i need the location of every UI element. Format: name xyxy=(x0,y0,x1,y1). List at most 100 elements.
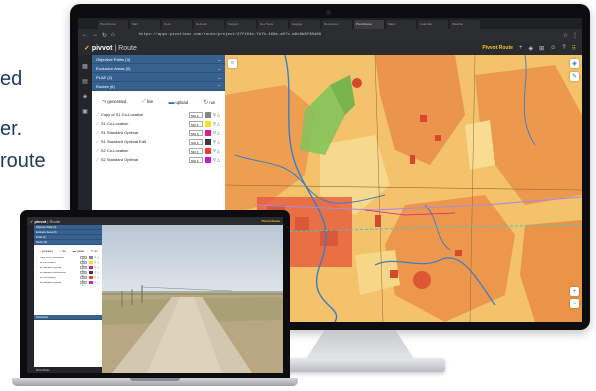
location-pin-icon[interactable]: ⚲ xyxy=(213,112,216,117)
reload-icon[interactable]: ↻ xyxy=(102,32,107,39)
document-icon[interactable]: ▣ xyxy=(82,108,88,115)
browser-tab[interactable]: Resources xyxy=(322,20,352,29)
back-icon[interactable]: ← xyxy=(82,32,88,38)
apps-icon[interactable]: ⠿ xyxy=(572,45,576,52)
extensions-icon[interactable]: ⋮ xyxy=(572,32,578,39)
route-width-input[interactable]: 500 ft xyxy=(80,280,88,287)
url-field[interactable]: https://apps.pivotlanc.com/route/project… xyxy=(139,33,321,37)
draw-icon[interactable]: ✎ xyxy=(570,72,579,81)
triangle-warning-icon[interactable]: △ xyxy=(217,112,220,117)
section-plae[interactable]: PLAE (2) ⌄ xyxy=(92,73,225,82)
location-pin-icon[interactable]: ⚲ xyxy=(95,256,97,259)
upload-button[interactable]: ▬upload xyxy=(168,100,188,106)
grid-icon[interactable]: ⊞ xyxy=(539,45,544,52)
route-width-input[interactable]: 500 ft xyxy=(188,138,203,145)
home-icon[interactable]: ⌂ xyxy=(111,32,115,38)
browser-tab[interactable]: Weather xyxy=(450,20,480,29)
generated-button[interactable]: ⤳generated xyxy=(38,249,52,253)
triangle-warning-icon[interactable]: △ xyxy=(97,261,99,264)
upload-button[interactable]: ▬upload xyxy=(73,249,84,253)
triangle-warning-icon[interactable]: △ xyxy=(217,121,220,126)
triangle-warning-icon[interactable]: △ xyxy=(217,130,220,135)
route-color-swatch[interactable] xyxy=(89,255,93,260)
route-color-swatch[interactable] xyxy=(204,120,211,127)
route-row[interactable]: ⟋ Copy of S1 Co-Location 500 ft ⚲ △ xyxy=(92,110,225,119)
line-button[interactable]: ⟋line xyxy=(59,249,66,253)
section-downloads[interactable]: Downloads xyxy=(34,315,102,320)
route-color-swatch[interactable] xyxy=(204,111,211,118)
route-width-input[interactable]: 500 ft xyxy=(188,156,203,163)
plus-icon[interactable]: + xyxy=(519,45,523,51)
location-pin-icon[interactable]: ⚲ xyxy=(95,266,97,269)
layers-icon[interactable]: ◈ xyxy=(528,45,533,52)
section-exclusion-areas[interactable]: Exclusion Areas (0) ⌄ xyxy=(92,64,225,73)
run-button[interactable]: ↻run xyxy=(203,99,215,106)
route-width-input[interactable]: 500 ft xyxy=(188,147,203,154)
route-width-input[interactable]: 500 ft xyxy=(188,129,203,136)
route-color-swatch[interactable] xyxy=(89,270,93,275)
browser-tab[interactable]: Docs xyxy=(162,20,192,29)
route-color-swatch[interactable] xyxy=(89,275,93,280)
route-color-swatch[interactable] xyxy=(204,138,211,145)
route-row[interactable]: ⟋ S2 Co-Location 500 ft ⚲ △ xyxy=(92,146,225,155)
browser-tab-active[interactable]: Pivot Route xyxy=(354,20,384,29)
location-pin-icon[interactable]: ⚲ xyxy=(95,271,97,274)
zoom-out-icon[interactable]: − xyxy=(570,299,579,308)
triangle-warning-icon[interactable]: △ xyxy=(97,271,99,274)
location-pin-icon[interactable]: ⚲ xyxy=(213,148,216,153)
section-routes[interactable]: Routes (6) ⌃ xyxy=(92,82,225,91)
route-width-input[interactable]: 500 ft xyxy=(80,265,88,272)
route-color-swatch[interactable] xyxy=(204,129,211,136)
browser-tab[interactable]: Network xyxy=(194,20,224,29)
section-objective-paths[interactable]: Objective Paths (3) ⌄ xyxy=(92,55,225,64)
street-view[interactable] xyxy=(102,225,283,373)
location-pin-icon[interactable]: ⚲ xyxy=(95,261,97,264)
location-pin-icon[interactable]: ⚲ xyxy=(213,121,216,126)
browser-tab[interactable]: Maps xyxy=(386,20,416,29)
help-icon[interactable]: ? xyxy=(562,45,565,51)
route-color-swatch[interactable] xyxy=(89,280,93,285)
star-icon[interactable]: ☆ xyxy=(563,32,568,39)
user-icon[interactable]: ☺ xyxy=(550,45,556,51)
location-pin-icon[interactable]: ⚲ xyxy=(95,276,97,279)
route-row[interactable]: ⟋ S2 Standard Optimal 500 ft ⚲ △ xyxy=(92,155,225,164)
triangle-warning-icon[interactable]: △ xyxy=(97,266,99,269)
triangle-warning-icon[interactable]: △ xyxy=(97,281,99,284)
triangle-warning-icon[interactable]: △ xyxy=(97,256,99,259)
layers-rail-icon[interactable]: ◈ xyxy=(83,93,88,100)
route-color-swatch[interactable] xyxy=(89,265,93,270)
route-color-swatch[interactable] xyxy=(204,156,211,163)
browser-tab[interactable]: Support xyxy=(226,20,256,29)
route-width-input[interactable]: 500 ft xyxy=(80,270,88,277)
run-button[interactable]: ↻run xyxy=(91,249,98,253)
database-icon[interactable]: ▤ xyxy=(82,78,88,85)
route-row[interactable]: ⟋ S2 Standard Optimal 500 ft ⚲ △ xyxy=(34,280,102,287)
browser-tab[interactable]: Engage xyxy=(290,20,320,29)
generated-button[interactable]: ⤳generated xyxy=(102,99,127,106)
browser-tab[interactable]: Calendar xyxy=(418,20,448,29)
location-pin-icon[interactable]: ⚲ xyxy=(95,281,97,284)
route-row[interactable]: ⟋ S1 Co-Location 500 ft ⚲ △ xyxy=(92,119,225,128)
map-search-button[interactable]: ⌕ xyxy=(228,59,237,68)
basemap-icon[interactable]: ◈ xyxy=(570,59,579,68)
route-width-input[interactable]: 500 ft xyxy=(80,275,88,282)
route-row[interactable]: ⟋ S1 Standard Optimal Edit 500 ft ⚲ △ xyxy=(92,137,225,146)
triangle-warning-icon[interactable]: △ xyxy=(217,139,220,144)
browser-tab[interactable]: Pivot Route xyxy=(98,20,128,29)
location-pin-icon[interactable]: ⚲ xyxy=(213,130,216,135)
triangle-warning-icon[interactable]: △ xyxy=(97,276,99,279)
route-width-input[interactable]: 500 ft xyxy=(80,260,88,267)
route-width-input[interactable]: 500 ft xyxy=(188,111,203,118)
route-color-swatch[interactable] xyxy=(89,260,93,265)
browser-tab[interactable]: Dev Tools xyxy=(258,20,288,29)
triangle-warning-icon[interactable]: △ xyxy=(217,148,220,153)
triangle-warning-icon[interactable]: △ xyxy=(217,157,220,162)
browser-tab[interactable]: Mail xyxy=(130,20,160,29)
line-button[interactable]: ⟋line xyxy=(142,99,154,106)
route-color-swatch[interactable] xyxy=(204,147,211,154)
zoom-in-icon[interactable]: + xyxy=(570,287,579,296)
location-pin-icon[interactable]: ⚲ xyxy=(213,139,216,144)
forward-icon[interactable]: → xyxy=(92,32,98,38)
route-width-input[interactable]: 500 ft xyxy=(80,255,88,262)
route-row[interactable]: ⟋ S1 Standard Optimal 500 ft ⚲ △ xyxy=(92,128,225,137)
